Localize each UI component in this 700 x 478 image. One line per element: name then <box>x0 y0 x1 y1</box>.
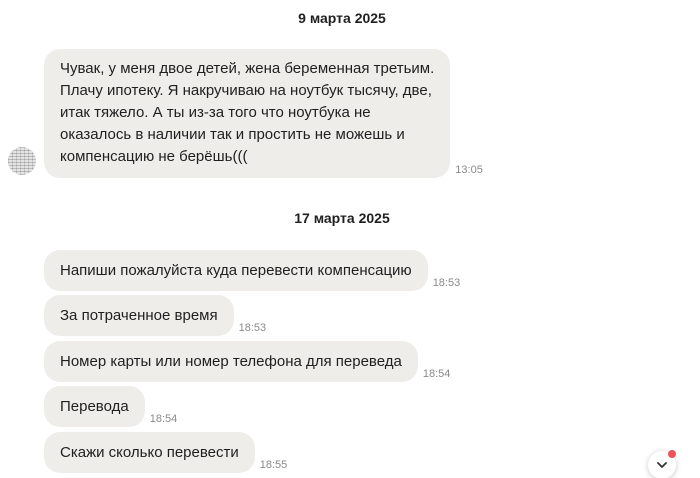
message-time: 18:55 <box>259 459 288 471</box>
message-time: 18:53 <box>238 322 267 334</box>
message-bubble[interactable]: Номер карты или номер телефона для перев… <box>44 341 418 382</box>
message-bubble[interactable]: Чувак, у меня двое детей, жена беременна… <box>44 49 451 178</box>
message-bubble[interactable]: Перевода <box>44 386 145 427</box>
notification-dot <box>668 450 676 458</box>
message-bubble[interactable]: Напиши пожалуйста куда перевести компенс… <box>44 250 428 291</box>
message-row: Номер карты или номер телефона для перев… <box>44 341 450 382</box>
message-time: 18:54 <box>149 413 178 425</box>
message-row: Напиши пожалуйста куда перевести компенс… <box>44 250 460 291</box>
message-row: Чувак, у меня двое детей, жена беременна… <box>44 49 483 178</box>
message-row: Скажи сколько перевести 18:55 <box>44 432 287 473</box>
message-time: 13:05 <box>455 164 483 176</box>
avatar[interactable] <box>8 147 36 175</box>
message-bubble[interactable]: За потраченное время <box>44 295 234 336</box>
chevron-down-icon <box>657 462 667 468</box>
chat-history[interactable]: 9 марта 2025 Чувак, у меня двое детей, ж… <box>0 0 700 478</box>
message-time: 18:54 <box>422 368 451 380</box>
message-bubble[interactable]: Скажи сколько перевести <box>44 432 255 473</box>
date-separator: 17 марта 2025 <box>294 210 390 226</box>
message-row: За потраченное время 18:53 <box>44 295 266 336</box>
message-row: Перевода 18:54 <box>44 386 177 427</box>
date-separator: 9 марта 2025 <box>298 10 386 26</box>
message-time: 18:53 <box>432 277 461 289</box>
